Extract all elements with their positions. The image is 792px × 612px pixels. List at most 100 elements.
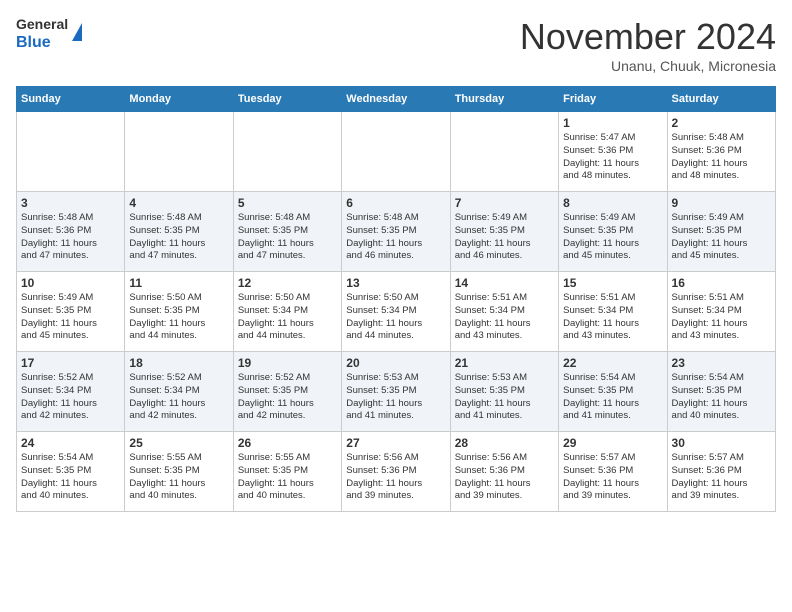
day-info: Sunrise: 5:53 AM Sunset: 5:35 PM Dayligh… <box>455 372 554 423</box>
day-number: 13 <box>346 276 445 290</box>
calendar-cell: 6Sunrise: 5:48 AM Sunset: 5:35 PM Daylig… <box>342 192 450 272</box>
day-info: Sunrise: 5:51 AM Sunset: 5:34 PM Dayligh… <box>455 292 554 343</box>
logo-blue: Blue <box>16 34 51 51</box>
calendar-cell: 14Sunrise: 5:51 AM Sunset: 5:34 PM Dayli… <box>450 272 558 352</box>
logo-text-block: General Blue <box>16 16 68 52</box>
calendar-cell: 24 Sunrise: 5:54 AM Sunset: 5:35 PM Dayli… <box>17 432 125 512</box>
calendar-cell: 9 Sunrise: 5:49 AM Sunset: 5:35 PM Daylig… <box>667 192 775 272</box>
calendar-cell: 2 Sunrise: 5:48 AM Sunset: 5:36 PM Daylig… <box>667 112 775 192</box>
page-header: General Blue November 2024 Unanu, Chuuk,… <box>16 16 776 74</box>
day-number: 29 <box>563 436 662 450</box>
calendar-cell: 27 Sunrise: 5:56 AM Sunset: 5:36 PM Dayli… <box>342 432 450 512</box>
calendar-cell: 17 Sunrise: 5:52 AM Sunset: 5:34 PM Dayli… <box>17 352 125 432</box>
day-number: 30 <box>672 436 771 450</box>
day-number: 2 <box>672 116 771 130</box>
day-info: Sunrise: 5:52 AM Sunset: 5:34 PM Dayligh… <box>129 372 228 423</box>
day-info: Sunrise: 5:52 AM Sunset: 5:34 PM Dayligh… <box>21 372 120 423</box>
calendar-cell: 15 Sunrise: 5:51 AM Sunset: 5:34 PM Dayli… <box>559 272 667 352</box>
day-number: 9 <box>672 196 771 210</box>
day-number: 5 <box>238 196 337 210</box>
day-number: 11 <box>129 276 228 290</box>
weekday-header-row: SundayMondayTuesdayWednesdayThursdayFrid… <box>17 87 776 112</box>
calendar-cell: 7 Sunrise: 5:49 AM Sunset: 5:35 PM Daylig… <box>450 192 558 272</box>
calendar-cell <box>233 112 341 192</box>
calendar-cell: 13 Sunrise: 5:50 AM Sunset: 5:34 PM Dayli… <box>342 272 450 352</box>
day-info: Sunrise: 5:54 AM Sunset: 5:35 PM Dayligh… <box>21 452 120 503</box>
calendar-cell <box>17 112 125 192</box>
weekday-header: Wednesday <box>342 87 450 112</box>
calendar-week-row: 17 Sunrise: 5:52 AM Sunset: 5:34 PM Dayli… <box>17 352 776 432</box>
weekday-header: Thursday <box>450 87 558 112</box>
day-info: Sunrise: 5:50 AM Sunset: 5:35 PM Dayligh… <box>129 292 228 343</box>
calendar-cell <box>342 112 450 192</box>
day-number: 15 <box>563 276 662 290</box>
calendar-cell: 3Sunrise: 5:48 AM Sunset: 5:36 PM Daylig… <box>17 192 125 272</box>
weekday-header: Saturday <box>667 87 775 112</box>
calendar-cell: 12Sunrise: 5:50 AM Sunset: 5:34 PM Dayli… <box>233 272 341 352</box>
day-info: Sunrise: 5:51 AM Sunset: 5:34 PM Dayligh… <box>563 292 662 343</box>
title-block: November 2024 Unanu, Chuuk, Micronesia <box>520 16 776 74</box>
weekday-header: Friday <box>559 87 667 112</box>
day-info: Sunrise: 5:48 AM Sunset: 5:35 PM Dayligh… <box>238 212 337 263</box>
day-info: Sunrise: 5:48 AM Sunset: 5:35 PM Dayligh… <box>129 212 228 263</box>
day-number: 4 <box>129 196 228 210</box>
calendar-cell: 28Sunrise: 5:56 AM Sunset: 5:36 PM Dayli… <box>450 432 558 512</box>
day-info: Sunrise: 5:57 AM Sunset: 5:36 PM Dayligh… <box>563 452 662 503</box>
day-number: 3 <box>21 196 120 210</box>
day-number: 20 <box>346 356 445 370</box>
day-info: Sunrise: 5:51 AM Sunset: 5:34 PM Dayligh… <box>672 292 771 343</box>
calendar-table: SundayMondayTuesdayWednesdayThursdayFrid… <box>16 86 776 512</box>
day-number: 22 <box>563 356 662 370</box>
day-number: 24 <box>21 436 120 450</box>
day-number: 16 <box>672 276 771 290</box>
calendar-cell: 21 Sunrise: 5:53 AM Sunset: 5:35 PM Dayli… <box>450 352 558 432</box>
calendar-cell: 5 Sunrise: 5:48 AM Sunset: 5:35 PM Daylig… <box>233 192 341 272</box>
calendar-cell: 25Sunrise: 5:55 AM Sunset: 5:35 PM Dayli… <box>125 432 233 512</box>
day-number: 1 <box>563 116 662 130</box>
day-info: Sunrise: 5:55 AM Sunset: 5:35 PM Dayligh… <box>238 452 337 503</box>
logo-icon <box>72 23 82 41</box>
calendar-cell: 26 Sunrise: 5:55 AM Sunset: 5:35 PM Dayli… <box>233 432 341 512</box>
calendar-cell: 18 Sunrise: 5:52 AM Sunset: 5:34 PM Dayli… <box>125 352 233 432</box>
day-info: Sunrise: 5:57 AM Sunset: 5:36 PM Dayligh… <box>672 452 771 503</box>
calendar-cell: 19Sunrise: 5:52 AM Sunset: 5:35 PM Dayli… <box>233 352 341 432</box>
day-number: 8 <box>563 196 662 210</box>
day-info: Sunrise: 5:53 AM Sunset: 5:35 PM Dayligh… <box>346 372 445 423</box>
day-info: Sunrise: 5:52 AM Sunset: 5:35 PM Dayligh… <box>238 372 337 423</box>
calendar-cell: 20 Sunrise: 5:53 AM Sunset: 5:35 PM Dayli… <box>342 352 450 432</box>
calendar-week-row: 1Sunrise: 5:47 AM Sunset: 5:36 PM Daylig… <box>17 112 776 192</box>
calendar-cell: 16 Sunrise: 5:51 AM Sunset: 5:34 PM Dayli… <box>667 272 775 352</box>
day-number: 7 <box>455 196 554 210</box>
day-number: 26 <box>238 436 337 450</box>
calendar-cell: 11 Sunrise: 5:50 AM Sunset: 5:35 PM Dayli… <box>125 272 233 352</box>
day-number: 27 <box>346 436 445 450</box>
logo-general: General <box>16 16 68 32</box>
day-info: Sunrise: 5:49 AM Sunset: 5:35 PM Dayligh… <box>563 212 662 263</box>
calendar-cell: 23 Sunrise: 5:54 AM Sunset: 5:35 PM Dayli… <box>667 352 775 432</box>
calendar-cell: 10 Sunrise: 5:49 AM Sunset: 5:35 PM Dayli… <box>17 272 125 352</box>
day-number: 17 <box>21 356 120 370</box>
weekday-header: Sunday <box>17 87 125 112</box>
day-number: 23 <box>672 356 771 370</box>
day-number: 18 <box>129 356 228 370</box>
day-number: 21 <box>455 356 554 370</box>
day-info: Sunrise: 5:54 AM Sunset: 5:35 PM Dayligh… <box>672 372 771 423</box>
day-info: Sunrise: 5:56 AM Sunset: 5:36 PM Dayligh… <box>455 452 554 503</box>
calendar-cell <box>450 112 558 192</box>
day-info: Sunrise: 5:55 AM Sunset: 5:35 PM Dayligh… <box>129 452 228 503</box>
day-info: Sunrise: 5:49 AM Sunset: 5:35 PM Dayligh… <box>672 212 771 263</box>
day-info: Sunrise: 5:49 AM Sunset: 5:35 PM Dayligh… <box>455 212 554 263</box>
calendar-cell: 4 Sunrise: 5:48 AM Sunset: 5:35 PM Daylig… <box>125 192 233 272</box>
day-info: Sunrise: 5:50 AM Sunset: 5:34 PM Dayligh… <box>346 292 445 343</box>
calendar-week-row: 10 Sunrise: 5:49 AM Sunset: 5:35 PM Dayli… <box>17 272 776 352</box>
day-info: Sunrise: 5:49 AM Sunset: 5:35 PM Dayligh… <box>21 292 120 343</box>
day-info: Sunrise: 5:48 AM Sunset: 5:36 PM Dayligh… <box>672 132 771 183</box>
calendar-week-row: 3Sunrise: 5:48 AM Sunset: 5:36 PM Daylig… <box>17 192 776 272</box>
calendar-cell: 22 Sunrise: 5:54 AM Sunset: 5:35 PM Dayli… <box>559 352 667 432</box>
calendar-cell: 8 Sunrise: 5:49 AM Sunset: 5:35 PM Daylig… <box>559 192 667 272</box>
day-info: Sunrise: 5:56 AM Sunset: 5:36 PM Dayligh… <box>346 452 445 503</box>
day-info: Sunrise: 5:54 AM Sunset: 5:35 PM Dayligh… <box>563 372 662 423</box>
day-number: 10 <box>21 276 120 290</box>
calendar-cell: 1Sunrise: 5:47 AM Sunset: 5:36 PM Daylig… <box>559 112 667 192</box>
calendar-cell: 29 Sunrise: 5:57 AM Sunset: 5:36 PM Dayli… <box>559 432 667 512</box>
